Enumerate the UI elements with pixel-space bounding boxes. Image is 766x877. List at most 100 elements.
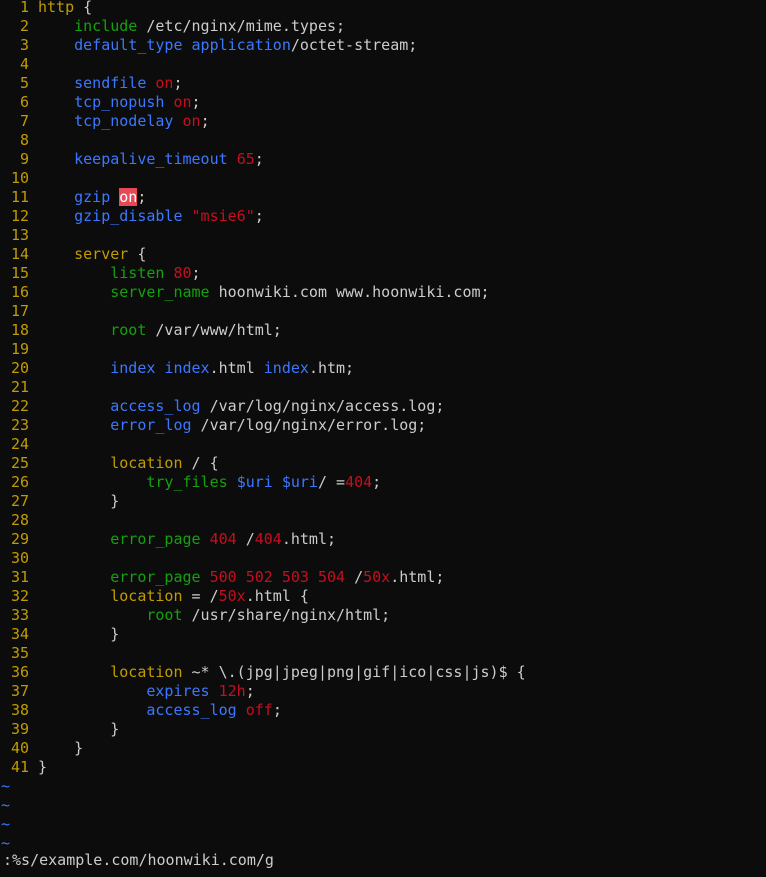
code-token: include [74, 17, 138, 35]
code-token: / { [182, 454, 219, 472]
code-token: error_page [110, 568, 201, 586]
code-token: ; [191, 93, 201, 111]
code-line[interactable]: 7 tcp_nodelay on; [0, 112, 210, 131]
code-line[interactable]: 38 access_log off; [0, 701, 282, 720]
code-line[interactable]: 37 expires 12h; [0, 682, 255, 701]
code-text: sendfile on; [38, 74, 182, 92]
line-number: 23 [10, 416, 29, 434]
code-line[interactable]: 5 sendfile on; [0, 74, 183, 93]
code-token: .html; [390, 568, 445, 586]
code-token: http [38, 0, 75, 16]
code-text: server_name hoonwiki.com www.hoonwiki.co… [38, 283, 489, 301]
code-line[interactable]: 23 error_log /var/log/nginx/error.log; [0, 416, 426, 435]
line-number: 9 [19, 150, 29, 168]
code-line[interactable]: 2 include /etc/nginx/mime.types; [0, 17, 345, 36]
line-number: 12 [10, 207, 29, 225]
line-number: 35 [10, 644, 29, 662]
code-token: } [38, 739, 84, 757]
code-text: default_type application/octet-stream; [38, 36, 417, 54]
code-line[interactable]: 39 } [0, 720, 119, 739]
code-text: } [38, 720, 119, 738]
code-line[interactable]: 28 [0, 511, 38, 530]
code-line[interactable]: 13 [0, 226, 38, 245]
code-line[interactable]: 16 server_name hoonwiki.com www.hoonwiki… [0, 283, 490, 302]
code-line[interactable]: 33 root /usr/share/nginx/html; [0, 606, 390, 625]
code-line[interactable]: 41} [0, 758, 47, 777]
code-token: .htm; [308, 359, 355, 377]
line-number: 6 [19, 93, 29, 111]
code-line[interactable]: 15 listen 80; [0, 264, 201, 283]
code-text: gzip_disable "msie6"; [38, 207, 264, 225]
code-token: access_log [110, 397, 201, 415]
code-token: application [191, 36, 291, 54]
code-line[interactable]: 22 access_log /var/log/nginx/access.log; [0, 397, 444, 416]
code-text: server { [38, 245, 146, 263]
code-token: } [38, 492, 120, 510]
code-token: ~* \.(jpg|jpeg|png|gif|ico|css|js)$ { [182, 663, 526, 681]
code-token: ; [200, 112, 210, 130]
code-text: location ~* \.(jpg|jpeg|png|gif|ico|css|… [38, 663, 526, 681]
code-line[interactable]: 31 error_page 500 502 503 504 /50x.html; [0, 568, 444, 587]
code-line[interactable]: 32 location = /50x.html { [0, 587, 309, 606]
code-text: root /usr/share/nginx/html; [38, 606, 390, 624]
code-line[interactable]: 30 [0, 549, 38, 568]
code-token: gzip_disable [74, 207, 183, 225]
code-text: tcp_nodelay on; [38, 112, 210, 130]
code-line[interactable]: 3 default_type application/octet-stream; [0, 36, 417, 55]
code-text: location / { [38, 454, 219, 472]
code-line[interactable]: 40 } [0, 739, 83, 758]
command-line[interactable]: :%s/example.com/hoonwiki.com/g [0, 851, 274, 870]
code-line[interactable]: 9 keepalive_timeout 65; [0, 150, 264, 169]
terminal-window[interactable]: 1 http {2 include /etc/nginx/mime.types; 3… [0, 0, 766, 877]
code-token: 65 [236, 150, 255, 168]
code-line[interactable]: 11 gzip on; [0, 188, 146, 207]
line-number: 25 [10, 454, 29, 472]
line-number: 8 [19, 131, 29, 149]
code-text: location = /50x.html { [38, 587, 309, 605]
code-token: error_log [110, 416, 192, 434]
code-line[interactable]: 29 error_page 404 /404.html; [0, 530, 336, 549]
code-token: try_files [146, 473, 228, 491]
code-line[interactable]: 14 server { [0, 245, 146, 264]
code-line[interactable]: 26 try_files $uri $uri/ =404; [0, 473, 381, 492]
code-token: ; [272, 701, 282, 719]
line-number: 40 [10, 739, 29, 757]
line-number: 30 [10, 549, 29, 567]
code-line[interactable]: 19 [0, 340, 38, 359]
code-line[interactable]: 34 } [0, 625, 119, 644]
line-number: 22 [10, 397, 29, 415]
code-line[interactable]: 21 [0, 378, 38, 397]
line-number: 33 [10, 606, 29, 624]
code-line[interactable]: 25 location / { [0, 454, 219, 473]
code-line[interactable]: 6 tcp_nopush on; [0, 93, 201, 112]
code-line[interactable]: 27 } [0, 492, 119, 511]
code-line[interactable]: 35 [0, 644, 38, 663]
code-text: root /var/www/html; [38, 321, 282, 339]
code-token: { [74, 0, 93, 16]
code-line[interactable]: 17 [0, 302, 38, 321]
line-number: 24 [10, 435, 29, 453]
code-line[interactable]: 1 http { [0, 0, 92, 17]
code-line[interactable]: 18 root /var/www/html; [0, 321, 282, 340]
code-token: 404 [209, 530, 237, 548]
code-line[interactable]: 12 gzip_disable "msie6"; [0, 207, 264, 226]
code-line[interactable]: 20 index index.html index.htm; [0, 359, 354, 378]
code-line[interactable]: 8 [0, 131, 38, 150]
code-text: keepalive_timeout 65; [38, 150, 264, 168]
code-line[interactable]: 36 location ~* \.(jpg|jpeg|png|gif|ico|c… [0, 663, 526, 682]
code-line[interactable]: 24 [0, 435, 38, 454]
code-text: include /etc/nginx/mime.types; [38, 17, 345, 35]
code-token: } [38, 720, 120, 738]
code-token: keepalive_timeout [74, 150, 228, 168]
code-line[interactable]: 4 [0, 55, 38, 74]
code-line[interactable]: 10 [0, 169, 38, 188]
